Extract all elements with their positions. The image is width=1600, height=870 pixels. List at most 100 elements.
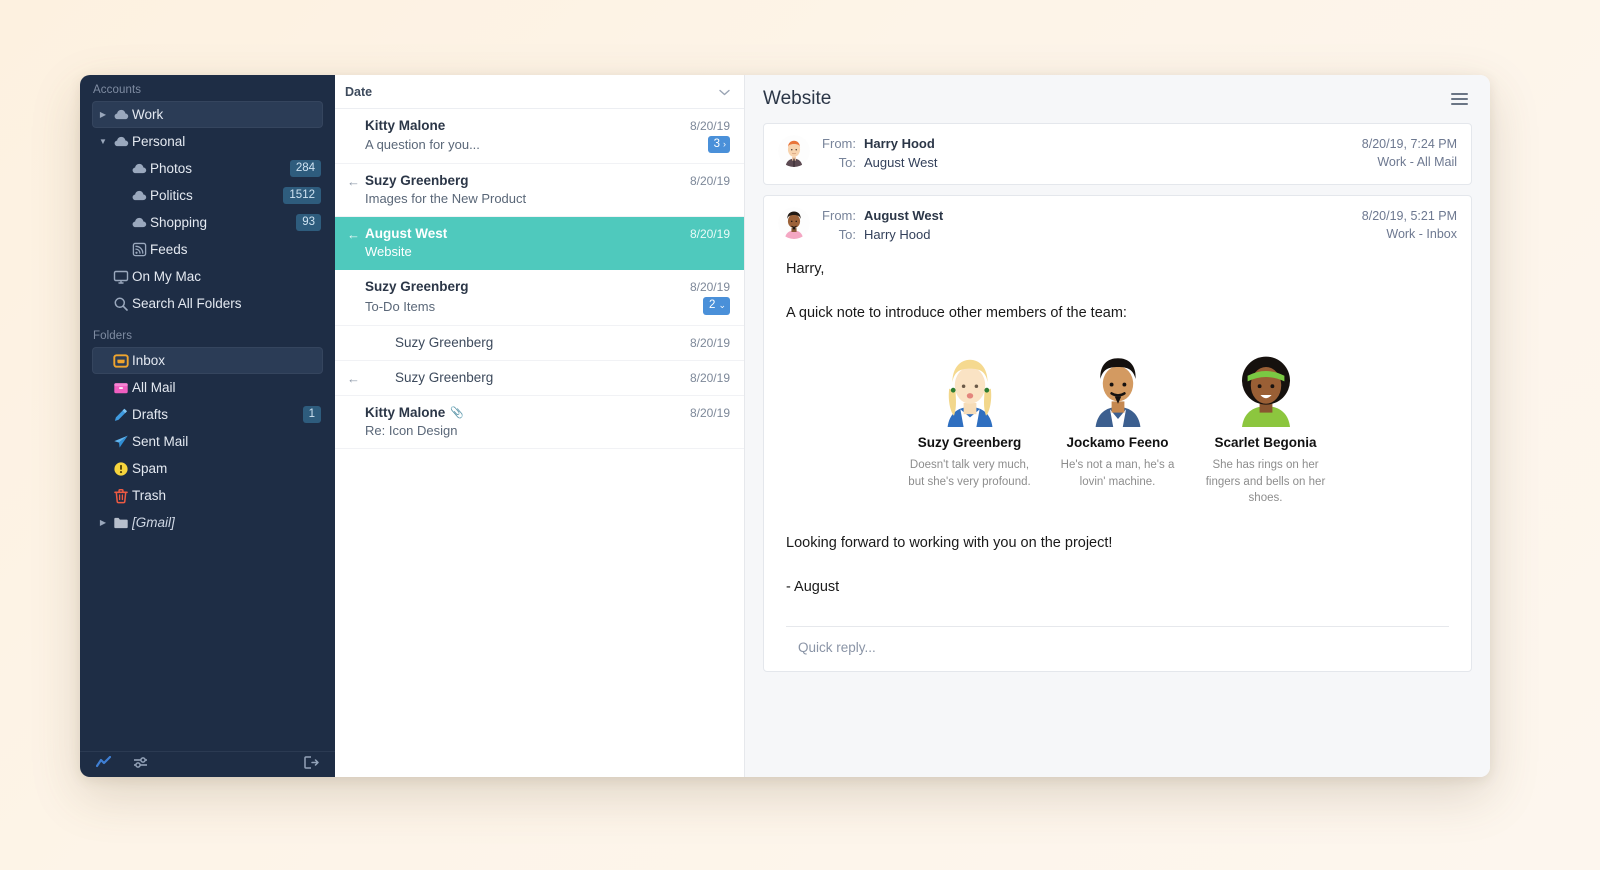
message-list-item[interactable]: Suzy Greenberg 8/20/19 To-Do Items 2 ⌄	[335, 270, 744, 326]
message-sender: Kitty Malone 📎	[349, 405, 690, 420]
message-list-item[interactable]: ← Suzy Greenberg 8/20/19	[335, 361, 744, 396]
folders-list: Inbox All Mail Drafts 1 Sent Mail Spam Trash ▶ […	[80, 347, 335, 536]
team-member: Jockamo Feeno He's not a man, he's a lovi…	[1044, 346, 1192, 507]
sidebar-item-label: Photos	[150, 161, 193, 176]
sidebar-item-gmail[interactable]: ▶ [Gmail]	[92, 509, 323, 536]
to-value[interactable]: August West	[864, 154, 937, 173]
team-member-description: He's not a man, he's a lovin' machine.	[1060, 458, 1175, 488]
message-list-item[interactable]: ← August West 8/20/19 Website	[335, 217, 744, 271]
accounts-list: ▶ Work ▼ Personal Photos 284 Politics 1512 Shopp…	[80, 101, 335, 317]
team-member-description: Doesn't talk very much, but she's very p…	[908, 458, 1031, 488]
attachment-icon: 📎	[450, 406, 464, 419]
folder-icon	[110, 515, 132, 531]
message-timestamp: 8/20/19, 5:21 PM	[1361, 208, 1457, 223]
quick-reply-input[interactable]: Quick reply...	[764, 627, 1471, 671]
message-sender: Suzy Greenberg	[349, 370, 690, 385]
sidebar-item-label: Inbox	[132, 353, 166, 368]
message-sender: Suzy Greenberg	[349, 279, 690, 294]
all-mail-icon	[110, 380, 132, 396]
sidebar-item-spam[interactable]: Spam	[92, 455, 323, 482]
search-icon	[110, 296, 132, 312]
message-list-pane: Date Kitty Malone 8/20/19 A question for y…	[335, 75, 745, 777]
message-list-item[interactable]: Kitty Malone 📎 8/20/19 Re: Icon Design	[335, 396, 744, 449]
sidebar-item-label: Personal	[132, 134, 186, 149]
sidebar-item-on-my-mac[interactable]: On My Mac	[92, 263, 323, 290]
sidebar-item-personal[interactable]: ▼ Personal	[92, 128, 323, 155]
message-date: 8/20/19	[689, 280, 730, 295]
twisty-collapsed-icon[interactable]: ▶	[96, 110, 110, 119]
message-card[interactable]: From: Harry Hood To: August West 8/20/19, 7:…	[763, 123, 1472, 185]
team-member-grid: Suzy Greenberg Doesn't talk very much, bu…	[786, 346, 1449, 507]
sidebar-item-photos[interactable]: Photos 284	[92, 155, 323, 182]
replied-arrow-icon: ←	[347, 370, 360, 386]
cloud-icon	[128, 187, 150, 204]
mail-window: Accounts ▶ Work ▼ Personal Photos 284 Politics…	[80, 75, 1490, 777]
from-value[interactable]: August West	[864, 207, 943, 226]
sidebar-item-all-mail[interactable]: All Mail	[92, 374, 323, 401]
body-closing: Looking forward to working with you on t…	[786, 534, 1113, 551]
message-subject: A question for you...	[365, 137, 480, 153]
sidebar-item-search-all-folders[interactable]: Search All Folders	[92, 290, 323, 317]
message-card[interactable]: From: August West To: Harry Hood 8/20/19, 5:…	[763, 194, 1472, 673]
sidebar-item-label: All Mail	[132, 380, 176, 395]
unread-count-badge: 1512	[283, 186, 321, 205]
twisty-expanded-icon[interactable]: ▼	[96, 137, 110, 146]
message-sender: Suzy Greenberg	[349, 173, 690, 188]
from-value[interactable]: Harry Hood	[864, 135, 935, 154]
message-timestamp: 8/20/19, 7:24 PM	[1361, 137, 1457, 151]
sidebar-item-sent-mail[interactable]: Sent Mail	[92, 428, 323, 455]
cloud-icon	[110, 106, 132, 123]
message-subject: Images for the New Product	[365, 191, 527, 207]
message-list-header[interactable]: Date	[335, 75, 744, 109]
hamburger-icon[interactable]	[1451, 93, 1468, 105]
sidebar-item-inbox[interactable]: Inbox	[92, 347, 323, 374]
thread-expand-chevron-icon: ⌄	[718, 299, 726, 310]
message-mailbox: Work - All Mail	[1377, 155, 1457, 170]
team-member: Scarlet Begonia She has rings on her fing…	[1192, 346, 1340, 507]
team-member-name: Scarlet Begonia	[1214, 434, 1317, 450]
warning-icon	[110, 461, 132, 477]
message-list-item[interactable]: ← Suzy Greenberg 8/20/19 Images for the New…	[335, 164, 744, 218]
unread-count-badge: 284	[289, 159, 321, 178]
inbox-icon	[110, 353, 132, 369]
sidebar-item-label: Politics	[150, 188, 193, 203]
compose-icon[interactable]	[304, 755, 319, 774]
sidebar-item-label: Feeds	[150, 242, 188, 257]
sidebar-item-feeds[interactable]: Feeds	[92, 236, 323, 263]
message-sender: Suzy Greenberg	[349, 335, 690, 350]
address-block: From: August West To: Harry Hood	[822, 207, 1350, 245]
twisty-collapsed-icon[interactable]: ▶	[96, 518, 110, 527]
reading-pane: Website From: Harry Hood To: August West 8/2…	[745, 75, 1490, 777]
page-title: Website	[763, 88, 832, 109]
avatar-harry-hood	[778, 135, 810, 167]
from-label: From:	[822, 207, 856, 223]
sidebar-item-drafts[interactable]: Drafts 1	[92, 401, 323, 428]
avatar-jockamo-feeno	[1077, 346, 1158, 427]
chevron-down-icon[interactable]	[719, 85, 730, 99]
sidebar-item-label: Spam	[132, 461, 168, 476]
message-meta: 8/20/19, 7:24 PM Work - All Mail	[1362, 135, 1457, 171]
message-sender: August West	[349, 226, 690, 241]
activity-icon[interactable]	[95, 755, 112, 774]
reading-pane-header: Website	[745, 75, 1490, 123]
sidebar-item-politics[interactable]: Politics 1512	[92, 182, 323, 209]
sidebar-item-shopping[interactable]: Shopping 93	[92, 209, 323, 236]
message-list-item[interactable]: Kitty Malone 8/20/19 A question for you...…	[335, 109, 744, 165]
sidebar-item-trash[interactable]: Trash	[92, 482, 323, 509]
message-card-header[interactable]: From: August West To: Harry Hood 8/20/19, 5:…	[764, 196, 1471, 256]
to-value[interactable]: Harry Hood	[864, 226, 930, 245]
sidebar-item-label: [Gmail]	[132, 515, 175, 530]
message-sender-text: Kitty Malone	[365, 118, 446, 133]
message-card-header[interactable]: From: Harry Hood To: August West 8/20/19, 7:…	[764, 124, 1471, 184]
paper-plane-icon	[110, 434, 132, 450]
cloud-icon	[110, 133, 132, 150]
sidebar-item-work[interactable]: ▶ Work	[92, 101, 323, 128]
sidebar-item-label: Search All Folders	[132, 296, 242, 311]
thread-count-badge[interactable]: 3 ›	[707, 136, 730, 154]
filter-icon[interactable]	[133, 756, 148, 774]
team-member-name: Jockamo Feeno	[1066, 434, 1169, 450]
message-sender-text: Suzy Greenberg	[395, 334, 494, 350]
thread-count-badge[interactable]: 2 ⌄	[703, 297, 730, 315]
message-list-item[interactable]: Suzy Greenberg 8/20/19	[335, 326, 744, 361]
message-subject: Re: Icon Design	[365, 422, 458, 438]
